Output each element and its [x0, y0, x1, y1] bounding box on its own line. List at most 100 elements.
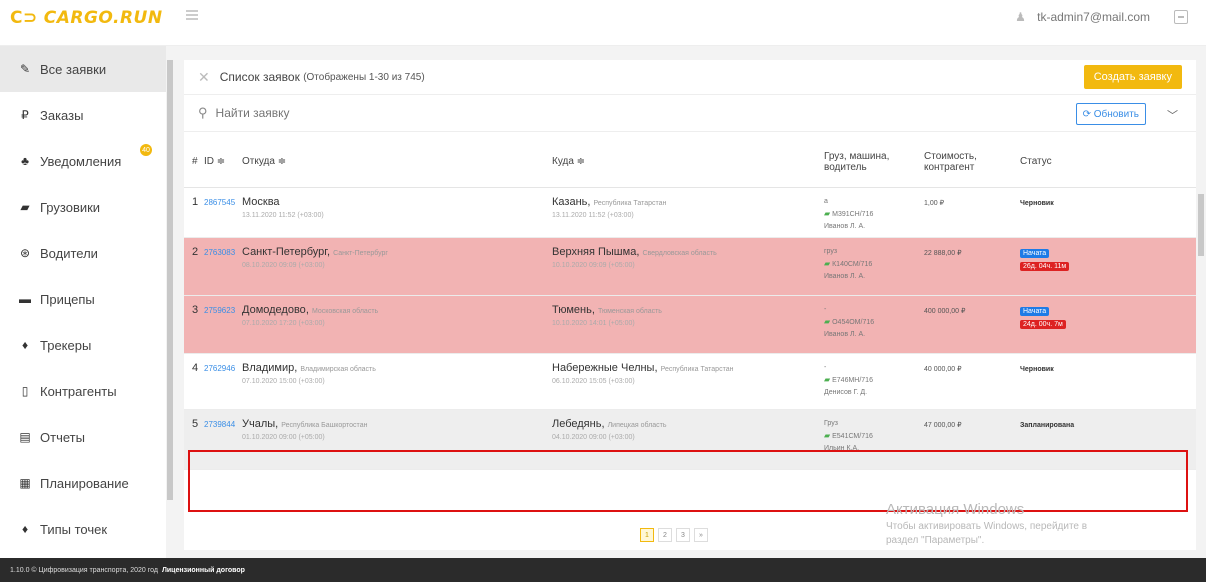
row-number: 3 [192, 304, 199, 316]
table-row[interactable]: 3 2759623 Домодедово, Московская область… [184, 296, 1196, 354]
sidebar-scrollbar[interactable] [166, 46, 174, 558]
table-scroll-thumb[interactable] [1198, 194, 1204, 256]
map-pin-icon: ♦ [21, 338, 29, 352]
sidebar-item-label: Трекеры [40, 337, 92, 353]
search-bar: ⚲ ⟳ Обновить ﹀ [184, 94, 1196, 132]
truck-plate[interactable]: Е541СМ/716 [832, 433, 873, 440]
windows-activation-watermark: Активация Windows Чтобы активировать Win… [886, 500, 1087, 548]
create-request-button[interactable]: Создать заявку [1083, 65, 1182, 89]
table-row[interactable]: 4 2762946 Владимир, Владимирская область… [184, 354, 1196, 410]
row-number: 5 [192, 418, 199, 430]
sidebar-item-contractors[interactable]: ▯ Контрагенты [0, 368, 166, 414]
duration-badge: 26д. 04ч. 11м [1020, 262, 1070, 271]
cargo-name: груз [824, 248, 838, 255]
status-badge: Начата [1020, 307, 1050, 316]
user-icon: ♟ [1015, 10, 1026, 24]
calendar-icon: ▦ [19, 476, 31, 490]
page-button-1[interactable]: 1 [640, 528, 654, 542]
table-row[interactable]: 2 2763083 Санкт-Петербург, Санкт-Петербу… [184, 238, 1196, 296]
to-date: 10.10.2020 09:09 (+05:00) [552, 262, 635, 269]
license-link[interactable]: Лицензионный договор [162, 567, 245, 574]
top-header: C⊃ CARGO.RUN ♟ tk-admin7@mail.com [0, 0, 1206, 46]
sidebar-item-point-types[interactable]: ♦ Типы точек [0, 506, 166, 552]
app-logo[interactable]: C⊃ CARGO.RUN [10, 8, 163, 28]
pagination: 1 2 3 » [640, 528, 708, 542]
steering-wheel-icon: ⊛ [19, 246, 31, 260]
page-subtitle: (Отображены 1-30 из 745) [303, 71, 425, 83]
to-region: Липецкая область [607, 422, 667, 429]
page-button-2[interactable]: 2 [658, 528, 672, 542]
truck-plate[interactable]: К140СМ/716 [832, 261, 872, 268]
sidebar-item-planning[interactable]: ▦ Планирование [0, 460, 166, 506]
from-region: Владимирская область [300, 366, 376, 373]
report-icon: ▤ [19, 430, 31, 444]
from-city: Владимир [242, 362, 295, 374]
sidebar-item-trailers[interactable]: ▬ Прицепы [0, 276, 166, 322]
cargo-name: a [824, 198, 828, 205]
sidebar-item-trucks[interactable]: ▰ Грузовики [0, 184, 166, 230]
user-email[interactable]: tk-admin7@mail.com [1037, 10, 1150, 24]
sidebar-item-orders[interactable]: ₽ Заказы [0, 92, 166, 138]
request-id-link[interactable]: 2867545 [204, 198, 235, 207]
sidebar-item-notifications[interactable]: ♣ Уведомления 40 [0, 138, 166, 184]
main-panel: ✕ Список заявок (Отображены 1-30 из 745)… [184, 60, 1196, 550]
sidebar: ✎ Все заявки ₽ Заказы ♣ Уведомления 40 ▰… [0, 46, 166, 558]
cargo-name: - [824, 364, 827, 371]
search-icon: ⚲ [198, 105, 208, 120]
truck-plate[interactable]: Е746МН/716 [832, 377, 873, 384]
table-scrollbar[interactable] [1196, 178, 1206, 528]
page-button-3[interactable]: 3 [676, 528, 690, 542]
bell-icon: ♣ [21, 154, 29, 168]
page-next-button[interactable]: » [694, 528, 708, 542]
logout-icon[interactable] [1174, 10, 1188, 24]
search-input[interactable] [215, 106, 616, 120]
to-city: Набережные Челны [552, 362, 655, 374]
from-city: Учалы [242, 418, 276, 430]
status-badge: Начата [1020, 249, 1050, 258]
notification-count-badge: 40 [140, 144, 152, 156]
driver-name: Иванов Л. А. [824, 273, 866, 280]
sidebar-scroll-thumb[interactable] [167, 60, 173, 500]
request-id-link[interactable]: 2759623 [204, 306, 235, 315]
col-header-status: Статус [1020, 156, 1052, 167]
request-id-link[interactable]: 2739844 [204, 420, 235, 429]
trailer-icon: ▬ [19, 292, 31, 306]
col-header-cost: Стоимость, контрагент [924, 150, 977, 173]
to-city: Тюмень [552, 304, 592, 316]
table-row-selected[interactable]: 5 2739844 Учалы, Республика Башкортостан… [184, 410, 1196, 470]
request-id-link[interactable]: 2762946 [204, 364, 235, 373]
from-date: 08.10.2020 09:09 (+03:00) [242, 262, 325, 269]
sidebar-item-all-requests[interactable]: ✎ Все заявки [0, 46, 166, 92]
request-id-link[interactable]: 2763083 [204, 248, 235, 257]
to-city: Лебедянь [552, 418, 602, 430]
truck-icon: ▰ [824, 317, 831, 326]
chevron-down-icon[interactable]: ﹀ [1167, 107, 1178, 123]
close-icon[interactable]: ✕ [198, 69, 210, 86]
truck-icon: ▰ [824, 209, 831, 218]
sidebar-item-trackers[interactable]: ♦ Трекеры [0, 322, 166, 368]
hamburger-menu-icon[interactable] [186, 10, 198, 20]
row-number: 1 [192, 196, 199, 208]
sidebar-item-drivers[interactable]: ⊛ Водители [0, 230, 166, 276]
to-date: 10.10.2020 14:01 (+05:00) [552, 320, 635, 327]
sidebar-item-reports[interactable]: ▤ Отчеты [0, 414, 166, 460]
refresh-button[interactable]: ⟳ Обновить [1075, 103, 1146, 125]
from-region: Санкт-Петербург [333, 250, 388, 257]
table-row[interactable]: 1 2867545 Москва 13.11.2020 11:52 (+03:0… [184, 188, 1196, 238]
col-header-cargo: Груз, машина, водитель [824, 150, 890, 173]
watermark-line-2: раздел "Параметры". [886, 535, 985, 546]
from-date: 13.11.2020 11:52 (+03:00) [242, 212, 324, 219]
sidebar-item-label: Прицепы [40, 291, 95, 307]
to-city: Верхняя Пышма [552, 246, 637, 258]
table-header: # ID ≑ Откуда ≑ Куда ≑ Груз, машина, вод… [184, 132, 1196, 188]
truck-plate[interactable]: О454ОМ/716 [832, 319, 874, 326]
watermark-title: Активация Windows [886, 501, 1025, 518]
col-header-id[interactable]: ID ≑ [200, 152, 242, 167]
from-city: Москва [242, 196, 280, 208]
truck-plate[interactable]: М391СН/716 [832, 211, 873, 218]
col-header-to[interactable]: Куда ≑ [552, 152, 824, 167]
cargo-name: - [824, 306, 827, 313]
sidebar-item-label: Уведомления [40, 153, 122, 169]
status-badge: Запланирована [1020, 422, 1075, 429]
col-header-from[interactable]: Откуда ≑ [242, 152, 552, 167]
